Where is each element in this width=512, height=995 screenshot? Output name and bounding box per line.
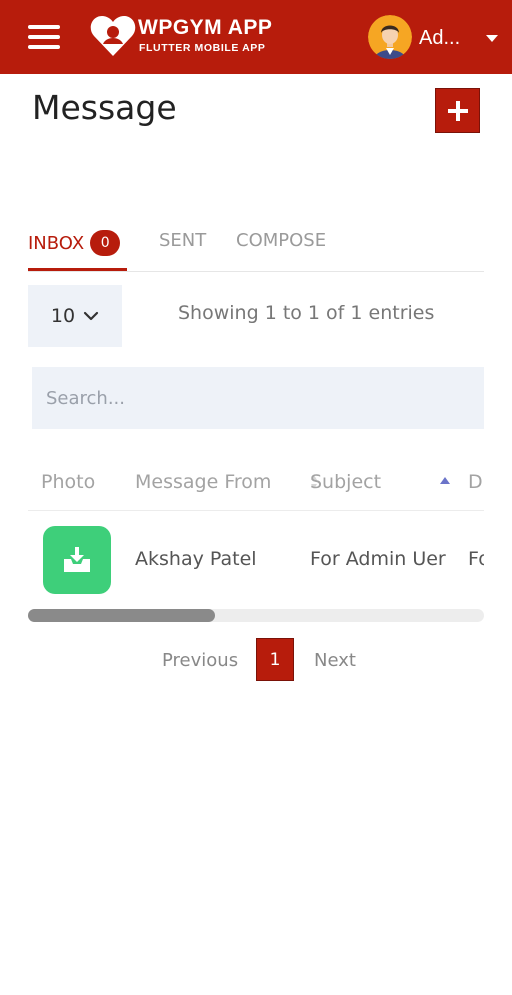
column-header-photo[interactable]: Photo <box>41 471 95 493</box>
plus-icon <box>447 100 468 121</box>
avatar[interactable] <box>368 15 412 59</box>
messages-table: Photo Message From Subject D Akshay Pate… <box>28 456 484 610</box>
inbox-count-badge: 0 <box>90 230 121 256</box>
message-photo <box>43 526 111 594</box>
message-tabs: INBOX 0 SENT COMPOSE <box>28 224 484 272</box>
previous-page-button[interactable]: Previous <box>162 650 238 671</box>
hamburger-menu-icon[interactable] <box>28 25 60 49</box>
top-app-bar: WPGYM APP FLUTTER MOBILE APP Ad... <box>0 0 512 74</box>
subject-cell: For Admin Uer <box>310 548 446 570</box>
tab-sent[interactable]: SENT <box>159 230 206 251</box>
heart-logo-icon <box>90 16 136 56</box>
date-cell: Fo <box>468 548 484 570</box>
page-title: Message <box>32 88 177 127</box>
entries-info: Showing 1 to 1 of 1 entries <box>178 302 435 324</box>
tab-inbox-label: INBOX <box>28 233 85 254</box>
inbox-download-icon <box>64 547 90 572</box>
sort-ascending-icon <box>440 477 450 484</box>
tab-inbox[interactable]: INBOX 0 <box>28 230 121 256</box>
page-length-value: 10 <box>50 305 76 327</box>
brand-subtitle: FLUTTER MOBILE APP <box>139 42 266 54</box>
chevron-down-icon <box>83 311 99 321</box>
column-header-subject[interactable]: Subject <box>310 471 381 493</box>
column-header-date[interactable]: D <box>468 471 483 493</box>
table-row[interactable]: Akshay Patel For Admin Uer Fo <box>28 512 484 608</box>
caret-down-icon[interactable] <box>486 35 498 42</box>
tab-compose[interactable]: COMPOSE <box>236 230 326 251</box>
horizontal-scrollbar[interactable] <box>28 609 484 622</box>
add-message-button[interactable] <box>435 88 480 133</box>
pagination: Previous 1 Next <box>0 638 512 682</box>
column-header-message-from[interactable]: Message From <box>135 471 271 493</box>
search-input[interactable] <box>32 367 484 429</box>
page-1-button[interactable]: 1 <box>256 638 294 681</box>
active-tab-indicator <box>28 268 127 271</box>
table-header: Photo Message From Subject D <box>28 456 484 511</box>
brand-name: WPGYM APP <box>138 16 273 39</box>
page-length-select[interactable]: 10 <box>28 285 122 347</box>
message-from-cell: Akshay Patel <box>135 548 257 570</box>
user-name[interactable]: Ad... <box>419 27 460 50</box>
next-page-button[interactable]: Next <box>314 650 356 671</box>
scrollbar-thumb[interactable] <box>28 609 215 622</box>
